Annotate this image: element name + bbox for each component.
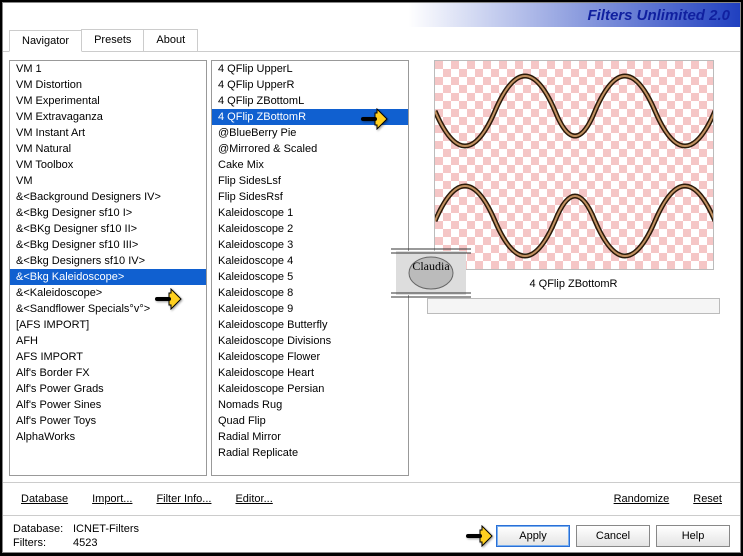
filter-item[interactable]: Kaleidoscope Flower xyxy=(212,349,408,365)
category-item[interactable]: &<Bkg Designer sf10 III> xyxy=(10,237,206,253)
apply-button[interactable]: Apply xyxy=(496,525,570,547)
filter-item[interactable]: Kaleidoscope 5 xyxy=(212,269,408,285)
main-panel: VM 1VM DistortionVM ExperimentalVM Extra… xyxy=(3,52,740,482)
filter-item[interactable]: @BlueBerry Pie xyxy=(212,125,408,141)
filter-item[interactable]: Nomads Rug xyxy=(212,397,408,413)
filter-item[interactable]: Kaleidoscope 9 xyxy=(212,301,408,317)
database-link[interactable]: Database xyxy=(11,489,78,509)
category-item[interactable]: VM Natural xyxy=(10,141,206,157)
category-item[interactable]: &<Sandflower Specials°v°> xyxy=(10,301,206,317)
import-link[interactable]: Import... xyxy=(82,489,142,509)
category-item[interactable]: AFS IMPORT xyxy=(10,349,206,365)
category-item[interactable]: VM Distortion xyxy=(10,77,206,93)
help-button[interactable]: Help xyxy=(656,525,730,547)
pointer-icon xyxy=(466,525,496,547)
filter-item[interactable]: Kaleidoscope Persian xyxy=(212,381,408,397)
category-item[interactable]: &<Bkg Designers sf10 IV> xyxy=(10,253,206,269)
category-item[interactable]: VM Toolbox xyxy=(10,157,206,173)
status-db-label: Database: xyxy=(13,522,73,536)
bottom-bar: Database: ICNET-Filters Filters: 4523 Ap… xyxy=(3,515,740,556)
category-item[interactable]: VM 1 xyxy=(10,61,206,77)
filter-item[interactable]: 4 QFlip UpperL xyxy=(212,61,408,77)
category-item[interactable]: VM Instant Art xyxy=(10,125,206,141)
filter-pane: 4 QFlip UpperL4 QFlip UpperR4 QFlip ZBot… xyxy=(211,60,409,476)
category-item[interactable]: &<Bkg Designer sf10 I> xyxy=(10,205,206,221)
filter-item[interactable]: 4 QFlip UpperR xyxy=(212,77,408,93)
dialog-window: Filters Unlimited 2.0 Navigator Presets … xyxy=(2,2,741,553)
filter-item[interactable]: Quad Flip xyxy=(212,413,408,429)
dialog-buttons: Apply Cancel Help xyxy=(496,525,730,547)
filter-item[interactable]: Kaleidoscope 1 xyxy=(212,205,408,221)
spacer xyxy=(287,489,600,509)
category-item[interactable]: AlphaWorks xyxy=(10,429,206,445)
category-item[interactable]: VM Extravaganza xyxy=(10,109,206,125)
status-block: Database: ICNET-Filters Filters: 4523 xyxy=(13,522,139,550)
reset-link[interactable]: Reset xyxy=(683,489,732,509)
preview-image xyxy=(434,60,714,270)
link-button-row: Database Import... Filter Info... Editor… xyxy=(3,482,740,515)
filter-item[interactable]: Kaleidoscope 2 xyxy=(212,221,408,237)
filter-item[interactable]: Radial Replicate xyxy=(212,445,408,461)
status-db-value: ICNET-Filters xyxy=(73,522,139,536)
filter-item[interactable]: @Mirrored & Scaled xyxy=(212,141,408,157)
status-filters-label: Filters: xyxy=(13,536,73,550)
filter-item[interactable]: 4 QFlip ZBottomL xyxy=(212,93,408,109)
cancel-button[interactable]: Cancel xyxy=(576,525,650,547)
app-title: Filters Unlimited 2.0 xyxy=(587,7,730,24)
category-item[interactable]: Alf's Power Sines xyxy=(10,397,206,413)
category-list[interactable]: VM 1VM DistortionVM ExperimentalVM Extra… xyxy=(9,60,207,476)
filter-item[interactable]: Cake Mix xyxy=(212,157,408,173)
category-item[interactable]: AFH xyxy=(10,333,206,349)
filter-item[interactable]: Flip SidesRsf xyxy=(212,189,408,205)
filter-item[interactable]: Radial Mirror xyxy=(212,429,408,445)
randomize-link[interactable]: Randomize xyxy=(604,489,680,509)
category-item[interactable]: &<Background Designers IV> xyxy=(10,189,206,205)
watermark-text: Claudia xyxy=(412,259,450,273)
category-item[interactable]: &<Kaleidoscope> xyxy=(10,285,206,301)
category-item[interactable]: &<BKg Designer sf10 II> xyxy=(10,221,206,237)
filter-item[interactable]: Kaleidoscope 4 xyxy=(212,253,408,269)
category-pane: VM 1VM DistortionVM ExperimentalVM Extra… xyxy=(9,60,207,476)
tab-presets[interactable]: Presets xyxy=(81,29,144,51)
filter-item[interactable]: Kaleidoscope 3 xyxy=(212,237,408,253)
filter-item[interactable]: Kaleidoscope Divisions xyxy=(212,333,408,349)
filter-list[interactable]: 4 QFlip UpperL4 QFlip UpperR4 QFlip ZBot… xyxy=(211,60,409,476)
watermark-badge: Claudia xyxy=(391,243,471,303)
filter-item[interactable]: Flip SidesLsf xyxy=(212,173,408,189)
tab-about[interactable]: About xyxy=(143,29,198,51)
tab-bar: Navigator Presets About xyxy=(3,29,740,52)
category-item[interactable]: Alf's Power Grads xyxy=(10,381,206,397)
title-bar: Filters Unlimited 2.0 xyxy=(3,3,740,27)
category-item[interactable]: &<Bkg Kaleidoscope> xyxy=(10,269,206,285)
filter-item[interactable]: Kaleidoscope 8 xyxy=(212,285,408,301)
category-item[interactable]: Alf's Power Toys xyxy=(10,413,206,429)
filter-item[interactable]: Kaleidoscope Butterfly xyxy=(212,317,408,333)
editor-link[interactable]: Editor... xyxy=(225,489,282,509)
category-item[interactable]: Alf's Border FX xyxy=(10,365,206,381)
status-filters-value: 4523 xyxy=(73,536,97,550)
filter-info-link[interactable]: Filter Info... xyxy=(146,489,221,509)
filter-item[interactable]: 4 QFlip ZBottomR xyxy=(212,109,408,125)
tab-navigator[interactable]: Navigator xyxy=(9,30,82,52)
filter-item[interactable]: Kaleidoscope Heart xyxy=(212,365,408,381)
category-item[interactable]: [AFS IMPORT] xyxy=(10,317,206,333)
category-item[interactable]: VM Experimental xyxy=(10,93,206,109)
category-item[interactable]: VM xyxy=(10,173,206,189)
